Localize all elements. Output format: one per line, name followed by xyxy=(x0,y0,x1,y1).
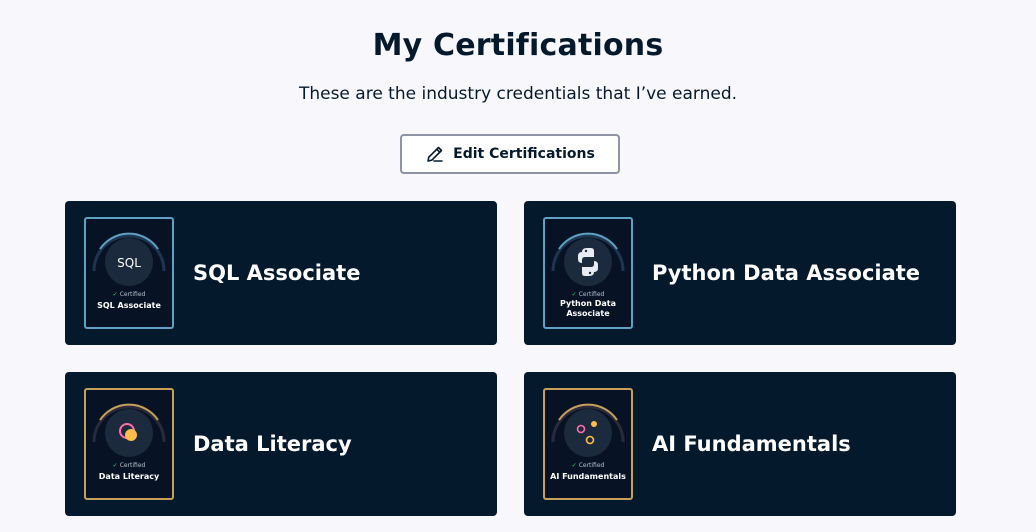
badge-certified-label: ✓ Certified xyxy=(571,462,605,469)
certification-title: Python Data Associate xyxy=(652,261,921,285)
check-icon: ✓ xyxy=(571,291,577,298)
sql-icon: SQL xyxy=(117,256,141,270)
badge-certified-label: ✓ Certified xyxy=(112,291,146,298)
certification-card-ai-fundamentals[interactable]: ✓ Certified AI Fundamentals AI Fundamenta… xyxy=(524,372,956,516)
python-data-associate-badge: ✓ Certified Python Data Associate xyxy=(543,217,633,329)
check-icon: ✓ xyxy=(112,462,118,469)
check-icon: ✓ xyxy=(112,291,118,298)
edit-certifications-button[interactable]: Edit Certifications xyxy=(400,134,620,174)
pencil-icon xyxy=(425,144,445,164)
ai-fundamentals-badge: ✓ Certified AI Fundamentals xyxy=(543,388,633,500)
certification-card-data-literacy[interactable]: ✓ Certified Data Literacy Data Literacy xyxy=(65,372,497,516)
certification-card-python-data-associate[interactable]: ✓ Certified Python Data Associate Python … xyxy=(524,201,956,345)
badge-name: SQL Associate xyxy=(97,301,161,310)
certification-title: Data Literacy xyxy=(193,432,352,456)
badge-name: Python Data Associate xyxy=(560,299,616,318)
check-icon: ✓ xyxy=(571,462,577,469)
certification-title: AI Fundamentals xyxy=(652,432,851,456)
badge-name: AI Fundamentals xyxy=(550,472,626,481)
edit-certifications-label: Edit Certifications xyxy=(453,146,595,162)
certification-card-sql-associate[interactable]: SQL ✓ Certified SQL Associate SQL Associa… xyxy=(65,201,497,345)
badge-name: Data Literacy xyxy=(98,472,160,481)
page-title: My Certifications xyxy=(372,28,664,63)
certification-title: SQL Associate xyxy=(193,261,361,285)
page-subtitle: These are the industry credentials that … xyxy=(298,84,738,104)
sql-associate-badge: SQL ✓ Certified SQL Associate xyxy=(84,217,174,329)
badge-certified-label: ✓ Certified xyxy=(571,291,605,298)
badge-certified-label: ✓ Certified xyxy=(112,462,146,469)
data-literacy-badge: ✓ Certified Data Literacy xyxy=(84,388,174,500)
